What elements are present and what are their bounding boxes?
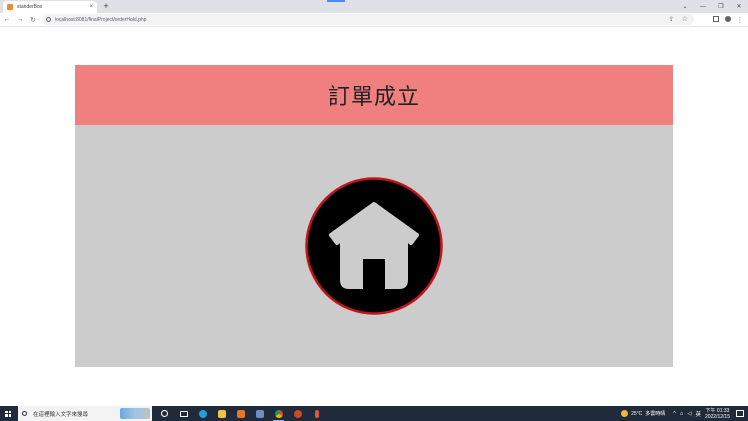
app-icon[interactable] [250,406,269,421]
browser-toolbar: ← → ↻ localhost:8081/finalProject/orderH… [0,13,748,27]
home-icon [305,177,443,315]
browser-tab[interactable]: standerBox × [3,1,97,13]
tab-title: standerBox [17,4,43,10]
share-icon[interactable]: ⇪ [669,16,674,23]
window-controls: ⌄ — ❐ ✕ [676,0,748,13]
favicon-icon [7,4,13,10]
profile-icon[interactable] [722,16,734,24]
start-button[interactable] [0,406,16,421]
close-window-icon[interactable]: ✕ [730,0,748,13]
order-confirmation-card: 訂單成立 [75,65,673,367]
taskbar-clock[interactable]: 下午 01:33 2022/12/15 [705,408,730,420]
file-explorer-icon[interactable] [212,406,231,421]
cortana-icon[interactable] [155,406,174,421]
tray-chevron-icon[interactable]: ^ [673,411,676,417]
system-tray: 25°C 多雲時晴 ^ ⌂ ◁ 英 下午 01:33 2022/12/15 [621,406,748,421]
office-app-icon[interactable] [231,406,250,421]
back-icon[interactable]: ← [1,14,13,26]
task-view-icon[interactable] [174,406,193,421]
windows-logo-icon [5,410,11,417]
restore-icon[interactable]: ❐ [712,0,730,13]
search-placeholder: 在這裡輸入文字來搜尋 [33,411,89,418]
powerpoint-icon[interactable] [288,406,307,421]
browser-tab-strip: standerBox × + ⌄ — ❐ ✕ [0,0,748,13]
taskbar-search[interactable]: 在這裡輸入文字來搜尋 [18,406,152,421]
card-header: 訂單成立 [75,65,673,125]
chrome-icon[interactable] [269,406,288,421]
weather-icon[interactable] [621,410,629,417]
volume-icon[interactable]: ◁ [687,411,691,417]
side-panel-icon[interactable] [710,16,722,24]
tab-close-icon[interactable]: × [89,4,93,10]
windows-taskbar: 在這裡輸入文字來搜尋 25°C 多雲時晴 ^ ⌂ ◁ 英 下午 01:33 20… [0,406,748,421]
search-highlight-image [120,408,150,419]
bookmark-star-icon[interactable]: ☆ [682,15,688,23]
tab-search-icon[interactable]: ⌄ [676,0,694,13]
page-viewport: 訂單成立 [0,28,748,406]
clock-date: 2022/12/15 [704,413,730,420]
weather-description[interactable]: 多雲時晴 [645,410,665,417]
network-icon[interactable]: ⌂ [680,411,683,417]
page-title: 訂單成立 [327,85,420,110]
taskbar-apps [155,406,326,421]
url-text[interactable]: localhost:8081/finalProject/orderHold.ph… [55,17,146,23]
card-body [75,125,673,367]
new-tab-button[interactable]: + [101,1,111,12]
window-drag-indicator [327,0,345,2]
site-info-icon[interactable] [46,17,51,22]
toolbar-actions: ⋮ [710,13,746,27]
input-language[interactable]: 英 [695,410,701,418]
reload-icon[interactable]: ↻ [27,14,39,26]
home-button[interactable] [305,177,443,315]
edge-icon[interactable] [193,406,212,421]
search-icon [22,411,27,416]
menu-kebab-icon[interactable]: ⋮ [734,16,746,24]
java-app-icon[interactable] [307,406,326,421]
forward-icon[interactable]: → [14,14,26,26]
address-bar[interactable]: localhost:8081/finalProject/orderHold.ph… [42,14,694,25]
weather-temperature[interactable]: 25°C [631,411,642,417]
minimize-icon[interactable]: — [694,0,712,13]
notification-icon[interactable] [736,410,744,417]
